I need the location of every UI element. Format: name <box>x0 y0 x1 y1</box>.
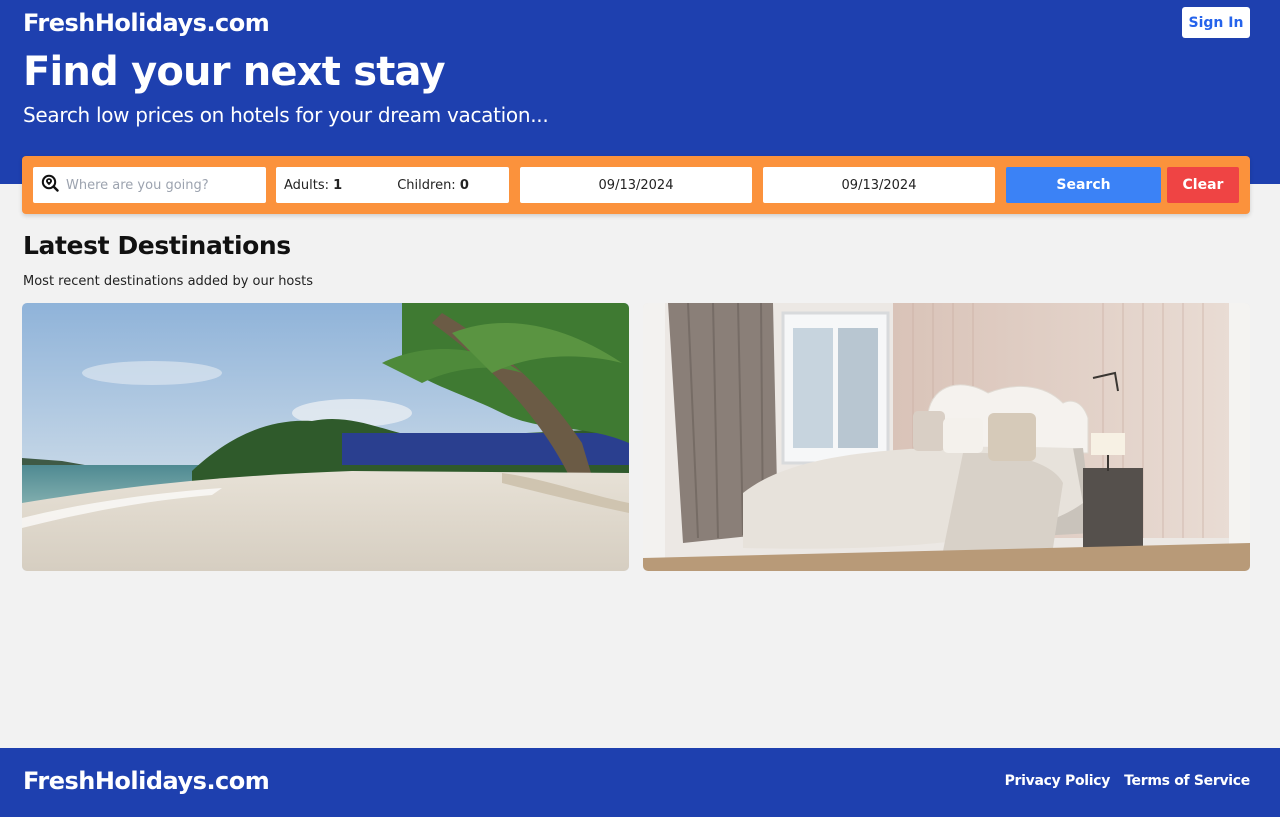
footer-links: Privacy Policy Terms of Service <box>1005 773 1251 789</box>
check-in-date-input[interactable]: 09/13/2024 <box>520 167 752 203</box>
adults-group[interactable]: Adults: 1 <box>284 178 342 193</box>
search-bar: Adults: 1 Children: 0 09/13/2024 09/13/2… <box>22 156 1250 214</box>
beach-photo <box>22 303 629 571</box>
latest-destinations-title: Latest Destinations <box>23 231 291 260</box>
privacy-policy-link[interactable]: Privacy Policy <box>1005 773 1111 789</box>
guests-field: Adults: 1 Children: 0 <box>276 167 509 203</box>
sign-in-button[interactable]: Sign In <box>1182 7 1250 38</box>
hero-subtitle: Search low prices on hotels for your dre… <box>23 103 549 127</box>
footer: FreshHolidays.com Privacy Policy Terms o… <box>0 748 1280 817</box>
hero-title: Find your next stay <box>23 49 446 95</box>
hotel-bedroom-photo <box>643 303 1250 571</box>
search-button[interactable]: Search <box>1006 167 1161 203</box>
check-out-date-input[interactable]: 09/13/2024 <box>763 167 995 203</box>
children-value[interactable]: 0 <box>460 178 469 193</box>
destination-card-hotel[interactable] <box>643 303 1250 571</box>
footer-logo[interactable]: FreshHolidays.com <box>23 767 270 795</box>
destination-input[interactable] <box>66 177 256 193</box>
children-group[interactable]: Children: 0 <box>397 178 469 193</box>
adults-label: Adults: <box>284 177 330 193</box>
search-location-icon <box>41 174 59 196</box>
terms-of-service-link[interactable]: Terms of Service <box>1124 773 1250 789</box>
clear-button[interactable]: Clear <box>1167 167 1239 203</box>
destination-field[interactable] <box>33 167 266 203</box>
children-label: Children: <box>397 177 456 193</box>
site-logo[interactable]: FreshHolidays.com <box>23 9 270 37</box>
latest-destinations-subtitle: Most recent destinations added by our ho… <box>23 274 314 289</box>
destination-card-beach[interactable] <box>22 303 629 571</box>
adults-value[interactable]: 1 <box>333 178 342 193</box>
